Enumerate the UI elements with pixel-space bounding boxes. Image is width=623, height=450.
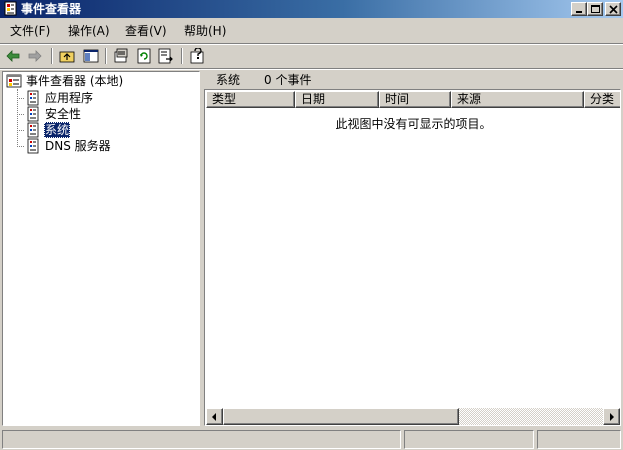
details-title: 系统 [216,73,241,87]
minimize-button[interactable] [571,2,587,16]
menu-view[interactable]: 查看(V) [123,23,169,39]
tree-connector [17,146,24,147]
export-list-button[interactable] [156,46,176,66]
console-tree[interactable]: 事件查看器 (本地) 应用程序 安全性 系统 DNS 服务器 [2,71,200,426]
event-viewer-icon [6,73,22,89]
details-pane: 系统 0 个事件 类型 日期 时间 来源 分类 此视图中没有可显示的项目。 [204,71,621,426]
event-viewer-icon [3,1,18,16]
status-cell-main [2,430,401,449]
properties-icon [114,48,128,63]
scroll-left-button[interactable] [206,408,223,425]
scroll-left-icon [212,413,216,421]
column-headers: 类型 日期 时间 来源 分类 [206,91,620,108]
maximize-icon [591,5,600,13]
show-hide-tree-button[interactable] [81,46,101,66]
tree-connector [17,114,24,115]
details-header: 系统 0 个事件 [204,71,621,89]
toolbar-separator [181,48,183,64]
refresh-icon [137,48,151,64]
help-icon [190,48,204,64]
forward-button[interactable] [25,46,45,66]
properties-button[interactable] [111,46,131,66]
log-icon [25,106,41,122]
column-header-date[interactable]: 日期 [295,91,379,108]
up-one-level-button[interactable] [57,46,77,66]
scroll-right-button[interactable] [603,408,620,425]
event-count: 0 个事件 [264,73,312,87]
log-icon [25,138,41,154]
maximize-button[interactable] [587,2,603,16]
horizontal-scrollbar[interactable] [206,408,620,425]
title-bar[interactable]: 事件查看器 [0,0,623,18]
toolbar [0,45,623,67]
column-header-time[interactable]: 时间 [379,91,451,108]
event-list[interactable]: 类型 日期 时间 来源 分类 此视图中没有可显示的项目。 [204,89,621,426]
tree-item-label: 安全性 [45,107,82,121]
column-header-source[interactable]: 来源 [451,91,584,108]
event-viewer-window: 事件查看器 文件(F) 操作(A) 查看(V) 帮助(H) 事件查看器 (本地)… [0,0,623,450]
help-button[interactable] [187,46,207,66]
close-button[interactable] [605,2,621,16]
folder-up-icon [59,51,75,63]
scroll-right-icon [610,413,614,421]
close-icon [609,5,618,14]
log-icon [25,90,41,106]
column-header-category[interactable]: 分类 [584,91,620,108]
column-header-type[interactable]: 类型 [206,91,295,108]
refresh-button[interactable] [134,46,154,66]
menu-bar: 文件(F) 操作(A) 查看(V) 帮助(H) [0,20,623,42]
tree-item-label: 应用程序 [45,91,94,105]
minimize-icon [576,11,582,13]
toolbar-separator [105,48,107,64]
status-cell-secondary [404,430,534,449]
tree-connector [17,98,24,99]
toolbar-separator-line [0,68,623,70]
tree-connector [17,130,24,131]
log-icon [25,122,41,138]
status-cell-tertiary [537,430,621,449]
empty-list-message: 此视图中没有可显示的项目。 [335,117,492,131]
tree-item-label: 事件查看器 (本地) [26,74,124,88]
forward-arrow-icon [28,50,42,62]
tree-item-label: 系统 [44,122,71,138]
toolbar-separator [51,48,53,64]
scrollbar-thumb[interactable] [223,408,459,425]
console-tree-icon [83,49,99,63]
back-button[interactable] [3,46,23,66]
status-bar [0,428,623,450]
back-arrow-icon [6,50,20,62]
menu-action[interactable]: 操作(A) [66,23,112,39]
window-title: 事件查看器 [21,2,82,16]
menu-file[interactable]: 文件(F) [8,23,52,39]
tree-item-label: DNS 服务器 [45,139,111,153]
menu-help[interactable]: 帮助(H) [182,23,228,39]
export-list-icon [158,48,173,64]
